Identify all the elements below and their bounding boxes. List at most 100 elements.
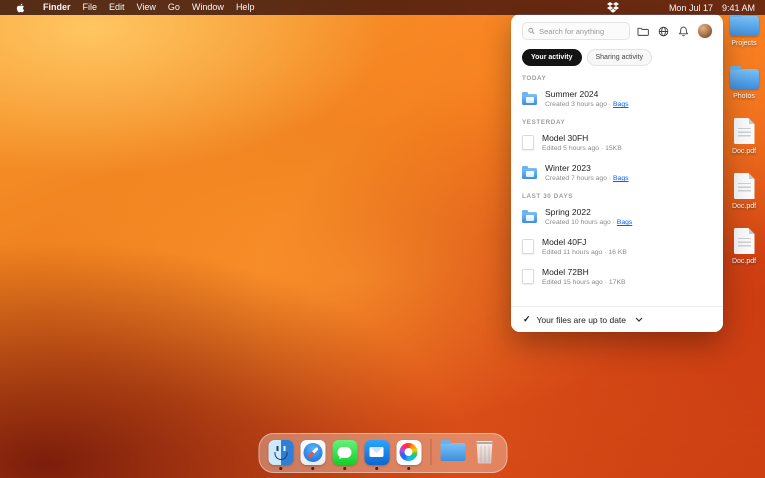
activity-item-model-72bh[interactable]: Model 72BH Edited 15 hours ago · 17KB [522, 267, 712, 286]
icon-label: Doc.pdf [731, 258, 757, 265]
dock-safari[interactable] [300, 439, 325, 470]
finder-icon [268, 439, 293, 465]
dock-photos[interactable] [396, 439, 421, 470]
tab-sharing-activity[interactable]: Sharing activity [586, 49, 652, 66]
item-title: Model 40FJ [542, 237, 587, 247]
dropbox-panel: Your activity Sharing activity TODAY Sum… [511, 14, 723, 332]
bags-link[interactable]: Bags [613, 175, 629, 182]
running-indicator-dot [375, 467, 378, 470]
running-indicator-dot [407, 467, 410, 470]
menu-item-finder[interactable]: Finder [37, 0, 77, 15]
sync-status-text: Your files are up to date [536, 314, 627, 325]
desktop-folder-projects[interactable]: Projects [729, 12, 759, 47]
menu-bar: Finder File Edit View Go Window Help Mon… [0, 0, 765, 15]
file-icon [522, 269, 534, 284]
section-header-today: TODAY [522, 75, 547, 82]
menubar-time: 9:41 AM [721, 2, 755, 13]
globe-icon[interactable] [658, 26, 669, 37]
item-title: Summer 2024 [545, 89, 599, 99]
item-meta: Edited 11 hours ago · 16 KB [542, 249, 627, 256]
folder-icon [729, 13, 759, 36]
desktop-file-doc-pdf-1[interactable]: Doc.pdf [732, 118, 756, 155]
dropbox-icon [606, 2, 619, 13]
activity-item-model-40fj[interactable]: Model 40FJ Edited 11 hours ago · 16 KB [522, 237, 712, 256]
apple-menu[interactable] [10, 3, 31, 13]
menu-item-window[interactable]: Window [186, 0, 230, 15]
item-meta: Created 3 hours ago · Bags [545, 101, 629, 108]
mail-icon [364, 439, 389, 465]
item-meta: Created 7 hours ago · Bags [545, 175, 629, 182]
desktop-file-doc-pdf-3[interactable]: Doc.pdf [732, 228, 756, 265]
dropbox-menubar-icon[interactable] [606, 2, 619, 13]
apple-icon [16, 3, 25, 12]
desktop-icon-column: Projects Photos Doc.pdf Doc.pdf Doc.pdf [725, 12, 763, 265]
icon-label: Doc.pdf [731, 148, 757, 155]
menu-item-edit[interactable]: Edit [103, 0, 131, 15]
menu-item-view[interactable]: View [131, 0, 162, 15]
desktop-folder-photos[interactable]: Photos [729, 65, 759, 100]
running-indicator-dot [279, 467, 282, 470]
panel-toolbar [637, 24, 712, 38]
dock [258, 433, 507, 473]
activity-tabs: Your activity Sharing activity [522, 49, 712, 66]
bell-icon[interactable] [678, 26, 689, 37]
folder-icon[interactable] [637, 26, 649, 36]
folder-icon [729, 66, 759, 89]
dock-mail[interactable] [364, 439, 389, 470]
item-title: Spring 2022 [545, 207, 591, 217]
section-header-yesterday: YESTERDAY [522, 119, 566, 126]
menu-item-go[interactable]: Go [162, 0, 186, 15]
chevron-down-icon[interactable] [635, 317, 643, 322]
icon-label: Photos [733, 93, 755, 100]
icon-label: Projects [731, 40, 757, 47]
shared-folder-icon [522, 91, 537, 105]
item-title: Model 72BH [542, 267, 589, 277]
menu-item-file[interactable]: File [77, 0, 104, 15]
item-meta: Created 10 hours ago · Bags [545, 219, 633, 226]
activity-item-spring-2022[interactable]: Spring 2022 Created 10 hours ago · Bags [522, 207, 712, 226]
tab-your-activity[interactable]: Your activity [522, 49, 582, 66]
shared-folder-icon [522, 209, 537, 223]
pdf-document-icon [733, 173, 755, 199]
photos-icon [396, 439, 421, 465]
bags-link[interactable]: Bags [617, 219, 633, 226]
menubar-date: Mon Jul 17 [668, 2, 713, 13]
shared-folder-icon [522, 165, 537, 179]
pdf-document-icon [733, 228, 755, 254]
file-icon [522, 239, 534, 254]
file-icon [522, 135, 534, 150]
desktop-wallpaper: Finder File Edit View Go Window Help Mon… [0, 0, 765, 478]
dock-downloads-folder[interactable] [440, 440, 465, 465]
sync-status-footer[interactable]: ✓ Your files are up to date [511, 306, 723, 332]
running-indicator-dot [343, 467, 346, 470]
item-title: Winter 2023 [545, 163, 591, 173]
activity-item-winter-2023[interactable]: Winter 2023 Created 7 hours ago · Bags [522, 163, 712, 182]
item-meta: Edited 15 hours ago · 17KB [542, 279, 626, 286]
search-box[interactable] [522, 22, 630, 40]
folder-icon [440, 440, 465, 461]
menubar-clock[interactable]: Mon Jul 17 9:41 AM [669, 3, 755, 13]
messages-icon [332, 439, 357, 465]
section-header-last-30-days: LAST 30 DAYS [522, 193, 574, 200]
item-meta: Edited 5 hours ago · 15KB [542, 145, 622, 152]
panel-search-row [522, 22, 712, 40]
search-input[interactable] [539, 26, 624, 36]
dock-trash[interactable] [472, 440, 497, 465]
account-avatar[interactable] [698, 24, 712, 38]
trash-icon [476, 440, 493, 464]
dock-finder[interactable] [268, 439, 293, 470]
activity-item-model-30fh[interactable]: Model 30FH Edited 5 hours ago · 15KB [522, 133, 712, 152]
dock-messages[interactable] [332, 439, 357, 470]
safari-icon [300, 439, 325, 465]
activity-item-summer-2024[interactable]: Summer 2024 Created 3 hours ago · Bags [522, 89, 712, 108]
dropbox-panel-body: Your activity Sharing activity TODAY Sum… [511, 14, 723, 306]
icon-label: Doc.pdf [731, 203, 757, 210]
pdf-document-icon [733, 118, 755, 144]
search-icon [528, 27, 535, 35]
dock-divider [430, 439, 431, 465]
menu-item-help[interactable]: Help [230, 0, 261, 15]
item-title: Model 30FH [542, 133, 589, 143]
bags-link[interactable]: Bags [613, 101, 629, 108]
desktop-file-doc-pdf-2[interactable]: Doc.pdf [732, 173, 756, 210]
check-icon: ✓ [523, 314, 531, 324]
